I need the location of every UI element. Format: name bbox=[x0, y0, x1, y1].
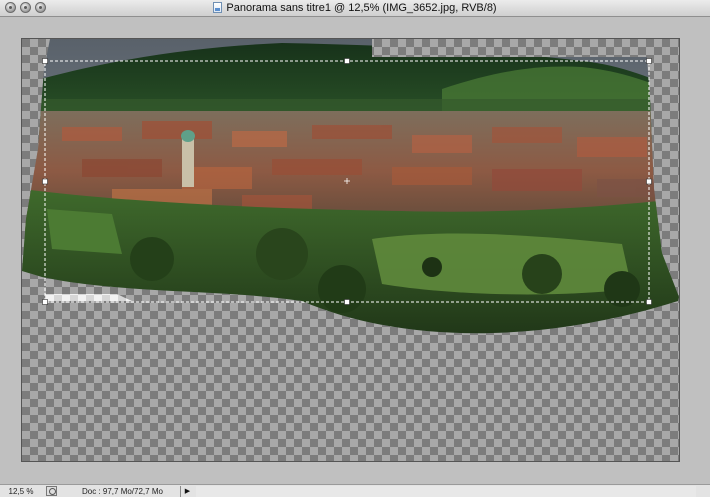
crop-handle[interactable] bbox=[42, 58, 48, 64]
transparent-corner-light bbox=[45, 294, 132, 301]
photoshop-document-window: Panorama sans titre1 @ 12,5% (IMG_3652.j… bbox=[0, 0, 710, 497]
document-canvas[interactable] bbox=[21, 38, 680, 462]
crop-handle[interactable] bbox=[646, 58, 652, 64]
crop-handle[interactable] bbox=[646, 178, 652, 185]
document-icon bbox=[213, 2, 223, 13]
zoom-level-field[interactable]: 12,5 % bbox=[2, 486, 40, 497]
status-menu-icon[interactable] bbox=[46, 486, 57, 496]
window-title: Panorama sans titre1 @ 12,5% (IMG_3652.j… bbox=[226, 2, 497, 14]
horizontal-scrollbar[interactable] bbox=[196, 486, 696, 497]
crop-handle[interactable] bbox=[344, 58, 350, 64]
panorama-canvas[interactable] bbox=[22, 39, 679, 461]
crop-handle[interactable] bbox=[646, 299, 652, 305]
status-bar: 12,5 % Doc : 97,7 Mo/72,7 Mo ▶ bbox=[0, 484, 710, 497]
canvas-area[interactable] bbox=[0, 17, 710, 484]
status-menu-arrow[interactable]: ▶ bbox=[183, 486, 192, 497]
crop-handle[interactable] bbox=[42, 178, 48, 185]
status-divider bbox=[180, 486, 181, 497]
title-bar[interactable]: Panorama sans titre1 @ 12,5% (IMG_3652.j… bbox=[0, 0, 710, 17]
crop-handle[interactable] bbox=[344, 299, 350, 305]
document-size-info: Doc : 97,7 Mo/72,7 Mo bbox=[82, 487, 163, 496]
window-title-wrap: Panorama sans titre1 @ 12,5% (IMG_3652.j… bbox=[0, 1, 710, 15]
crop-handle[interactable] bbox=[42, 299, 48, 305]
